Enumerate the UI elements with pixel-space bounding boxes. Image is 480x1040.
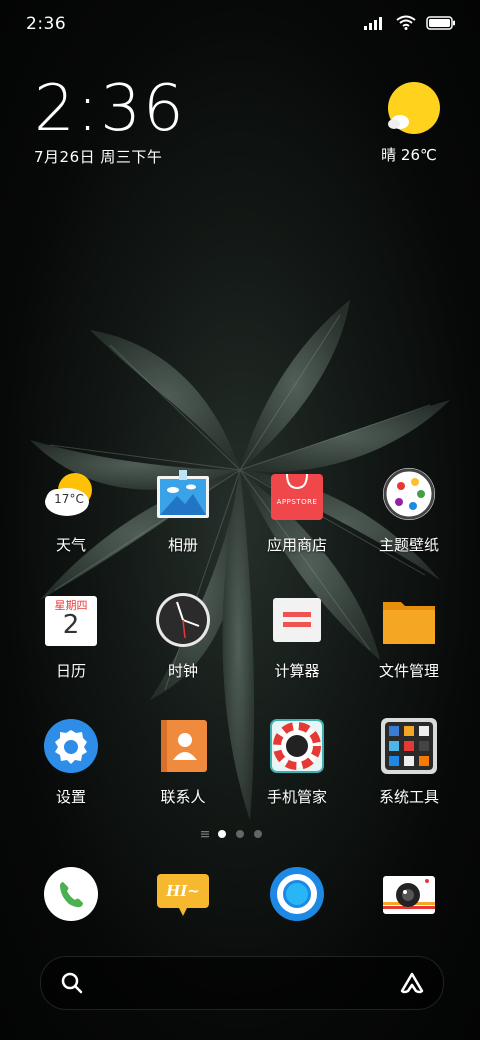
phone-icon: [43, 866, 99, 922]
app-security[interactable]: 手机管家: [241, 718, 353, 807]
app-label: 相册: [167, 536, 198, 554]
page-dot-active: [218, 830, 226, 838]
app-gallery[interactable]: 相册: [127, 466, 239, 555]
browser-icon: [269, 866, 325, 922]
file-manager-icon: [381, 592, 437, 648]
page-indicator-list-icon: [201, 831, 209, 838]
app-store[interactable]: APPSTORE 应用商店: [241, 466, 353, 555]
app-store-badge: APPSTORE: [276, 498, 318, 506]
messages-hi-text: HI~: [166, 882, 200, 900]
calendar-day: 2: [62, 610, 80, 640]
app-label: 主题壁纸: [378, 536, 439, 554]
weather-app-icon: 17°C: [43, 466, 99, 522]
search-icon: [61, 972, 83, 994]
page-indicator[interactable]: [0, 829, 480, 841]
app-label: 计算器: [274, 662, 320, 680]
clock-widget[interactable]: 2:36 7月26日 周三下午: [34, 74, 186, 167]
app-system-tools-folder[interactable]: 系统工具: [353, 718, 465, 807]
assistant-icon[interactable]: [399, 971, 425, 995]
search-bar[interactable]: [40, 956, 444, 1010]
status-bar: 2:36: [0, 0, 480, 50]
app-label: 手机管家: [266, 788, 327, 806]
calendar-icon: 星期四 2: [43, 592, 99, 648]
app-label: 日历: [55, 662, 86, 680]
weather-widget[interactable]: 晴 26℃: [381, 82, 444, 165]
security-icon: [269, 718, 325, 774]
app-settings[interactable]: 设置: [15, 718, 127, 807]
app-label: 天气: [55, 536, 86, 554]
app-store-icon: APPSTORE: [269, 466, 325, 522]
app-label: 时钟: [167, 662, 198, 680]
sunny-cloud-icon: [388, 82, 440, 134]
clock-date: 7月26日 周三下午: [34, 148, 163, 166]
weather-text: 晴 26℃: [381, 146, 437, 164]
app-label: 文件管理: [378, 662, 439, 680]
app-calculator[interactable]: 计算器: [241, 592, 353, 681]
themes-icon: [381, 466, 437, 522]
app-label: 应用商店: [266, 536, 327, 554]
app-label: 系统工具: [378, 788, 439, 806]
calculator-icon: [269, 592, 325, 648]
wifi-icon: [396, 15, 416, 30]
dock-messages[interactable]: HI~: [127, 866, 239, 922]
battery-icon: [426, 15, 455, 30]
app-label: 设置: [55, 788, 86, 806]
settings-icon: [43, 718, 99, 774]
gallery-icon: [155, 466, 211, 522]
app-file-manager[interactable]: 文件管理: [353, 592, 465, 681]
signal-icon: [364, 16, 382, 30]
app-calendar[interactable]: 星期四 2 日历: [15, 592, 127, 681]
camera-icon: [381, 866, 437, 922]
app-contacts[interactable]: 联系人: [127, 718, 239, 807]
clock-icon: [155, 592, 211, 648]
page-dot: [236, 830, 244, 838]
weather-app-temp: 17°C: [54, 492, 84, 506]
contacts-icon: [155, 718, 211, 774]
status-icons: [364, 15, 456, 30]
dock-browser[interactable]: [241, 866, 353, 922]
dock-phone[interactable]: [15, 866, 127, 922]
page-dot: [254, 830, 262, 838]
clock-time: 2:36: [34, 72, 186, 146]
app-label: 联系人: [160, 788, 206, 806]
status-time: 2:36: [26, 14, 67, 34]
app-weather[interactable]: 17°C 天气: [15, 466, 127, 555]
dock-camera[interactable]: [353, 866, 465, 922]
app-clock[interactable]: 时钟: [127, 592, 239, 681]
app-themes[interactable]: 主题壁纸: [353, 466, 465, 555]
system-tools-folder-icon: [381, 718, 437, 774]
messages-icon: HI~: [155, 866, 211, 922]
